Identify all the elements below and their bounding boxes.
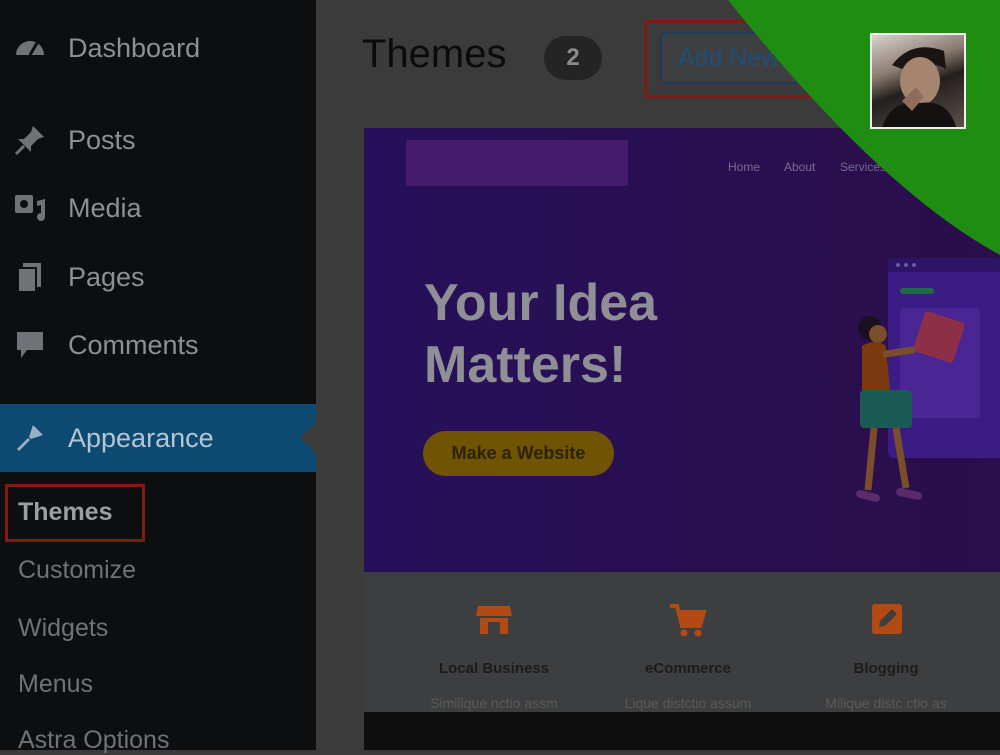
submenu-item-themes[interactable]: Themes (18, 498, 112, 527)
admin-sidebar: Dashboard Posts Media Pages Comments App… (0, 0, 316, 754)
theme-logo-bar (406, 140, 628, 186)
feature-title: eCommerce (645, 660, 731, 677)
brush-icon (12, 420, 48, 456)
theme-headline: Your Idea Matters! (424, 274, 658, 394)
sidebar-item-comments[interactable]: Comments (0, 315, 316, 375)
feature-blogging: Blogging Milique distc ctio as (796, 600, 976, 711)
media-icon (12, 190, 48, 226)
feature-subtitle: Similique nctio assm (430, 695, 558, 711)
pin-icon (12, 122, 48, 158)
edit-icon (866, 600, 906, 640)
active-caret (300, 422, 316, 454)
store-icon (474, 600, 514, 640)
pages-icon (12, 259, 48, 295)
sidebar-item-media[interactable]: Media (0, 178, 316, 238)
sidebar-item-label: Pages (68, 261, 145, 292)
feature-subtitle: Lique distctio assum (624, 695, 752, 711)
feature-subtitle: Milique distc ctio as (825, 695, 947, 711)
page-title: Themes (362, 32, 507, 76)
theme-count-badge: 2 (544, 36, 602, 80)
cart-icon (668, 600, 708, 640)
comment-icon (12, 327, 48, 363)
avatar-figure (882, 47, 956, 127)
make-website-button: Make a Website (423, 431, 614, 476)
submenu-item-astra-options[interactable]: Astra Options (18, 726, 169, 755)
sidebar-item-label: Dashboard (68, 32, 201, 63)
feature-local-business: Local Business Similique nctio assm (404, 600, 584, 711)
feature-ecommerce: eCommerce Lique distctio assum (598, 600, 778, 711)
theme-nav-item: Services (840, 160, 887, 174)
sidebar-item-posts[interactable]: Posts (0, 110, 316, 170)
dashboard-icon (12, 30, 48, 66)
theme-nav-item: Home (728, 160, 761, 174)
theme-footer-strip (364, 712, 1000, 750)
sidebar-item-appearance[interactable]: Appearance (0, 404, 316, 472)
add-new-button[interactable]: Add New (660, 32, 808, 84)
sidebar-item-label: Posts (68, 124, 136, 155)
sidebar-item-pages[interactable]: Pages (0, 247, 316, 307)
theme-nav-item: About (784, 160, 816, 174)
sidebar-item-label: Comments (68, 329, 199, 360)
sidebar-item-label: Appearance (68, 422, 214, 453)
submenu-item-widgets[interactable]: Widgets (18, 614, 108, 643)
avatar (870, 33, 966, 129)
submenu-item-customize[interactable]: Customize (18, 556, 136, 585)
feature-title: Blogging (853, 660, 919, 677)
feature-title: Local Business (438, 660, 550, 677)
sidebar-item-dashboard[interactable]: Dashboard (0, 18, 316, 78)
submenu-item-menus[interactable]: Menus (18, 670, 93, 699)
hero-illustration (856, 258, 1000, 502)
sidebar-item-label: Media (68, 192, 142, 223)
